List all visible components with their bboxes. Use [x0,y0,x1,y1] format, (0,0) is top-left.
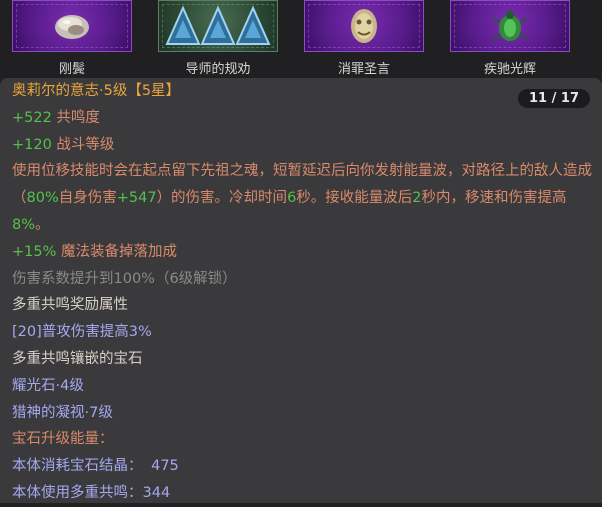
gem-slot-4[interactable]: 疾驰光辉 [450,0,570,78]
gem-label: 导师的规劝 [185,62,251,77]
stat-combat-level: +120 战斗等级 [12,132,592,159]
desc-text: 。 [35,216,50,233]
locked-bonus: 伤害系数提升到100%（6级解锁） [12,270,237,287]
energy-header: 宝石升级能量： [12,431,114,448]
gem-label: 消罪圣言 [337,62,390,77]
desc-cooldown: 6 [287,190,297,207]
stat-value: +15% [12,243,57,260]
desc-duration: 2 [412,190,422,207]
stat-value: +120 [12,136,52,153]
stat-resonance: +522 共鸣度 [12,105,592,132]
gem-label: 疾驰光辉 [483,62,536,77]
gem-tile [450,0,570,52]
desc-text: 自身伤害 [58,190,117,207]
resonance-header: 多重共鸣奖励属性 [12,297,128,314]
tooltip-content: 奥莉尔的意志·5级【5星】 +522 共鸣度 +120 战斗等级 使用位移技能时… [12,78,592,507]
green-beetle-icon [493,11,527,41]
desc-bonus: +547 [116,190,157,207]
gem-tile [158,0,278,52]
desc-text: 秒内，移速和伤害提高 [421,190,567,207]
energy-value: 475 [151,458,179,475]
gem-slot-2[interactable]: 导师的规劝 [158,0,278,78]
gem-tooltip-panel: 11 / 17 奥莉尔的意志·5级【5星】 +522 共鸣度 +120 战斗等级… [0,78,602,503]
desc-buff: 8% [12,216,36,233]
gem-tile [304,0,424,52]
energy-consumed: 本体消耗宝石结晶： 475 [12,453,592,480]
socket-gem-1: 耀光石·4级 [12,377,84,394]
gem-tile [12,0,132,52]
pearl-shell-icon [55,15,89,39]
stat-name: 战斗等级 [51,136,115,153]
energy-value: 344 [142,484,171,501]
gem-slot-3[interactable]: 消罪圣言 [304,0,424,78]
stat-value: +522 [12,109,52,126]
triple-triangle-icon [165,5,271,45]
stat-name: 魔法装备掉落加成 [56,243,177,260]
golden-mask-icon [351,9,377,43]
energy-label: 本体使用多重共鸣： [12,484,143,501]
stat-magic-drop: +15% 魔法装备掉落加成 [12,239,592,266]
gem-slot-1[interactable]: 刚鬓 [12,0,132,78]
gem-label: 刚鬓 [58,62,85,77]
desc-text: 秒。接收能量波后 [296,190,413,207]
desc-percent: 80% [26,190,59,207]
gem-title: 奥莉尔的意志·5级【5星】 [12,83,181,99]
energy-label: 本体消耗宝石结晶： [12,458,143,475]
resonance-bonus: [20]普攻伤害提高3% [12,324,152,341]
skill-description: 使用位移技能时会在起点留下先祖之魂，短暂延迟后向你发射能量波，对路径上的敌人造成… [12,158,592,238]
socket-gem-2: 猎神的凝视·7级 [12,404,113,421]
desc-text: ）的伤害。冷却时间 [156,190,288,207]
stat-name: 共鸣度 [51,109,100,126]
socket-header: 多重共鸣镶嵌的宝石 [12,350,143,367]
gem-strip: 刚鬓 导师的规劝 消罪圣言 疾驰光辉 [0,0,602,78]
